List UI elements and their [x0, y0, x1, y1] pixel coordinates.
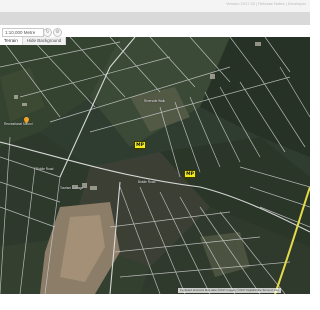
- top-links[interactable]: Version 2017.32 | Release Notes | Develo…: [226, 1, 306, 6]
- scale-select[interactable]: 1:10,000 Metre: [2, 28, 44, 37]
- place-label-road-mid: Biddle Road: [138, 180, 156, 184]
- place-label-school: Recreational School: [4, 122, 33, 126]
- toolbar-strip: [0, 12, 310, 25]
- place-label-center: Riverside Walk: [144, 99, 166, 103]
- hide-background-button[interactable]: Hide Background: [22, 37, 67, 45]
- place-label-road-west: Biddle Road: [36, 167, 54, 171]
- satellite-map[interactable]: [0, 37, 310, 294]
- location-pin-icon[interactable]: [24, 111, 29, 124]
- mp-marker-label: MP: [134, 141, 146, 149]
- marker-pointer: [185, 178, 189, 181]
- map-type-control: Terrain Hide Background: [0, 37, 67, 45]
- terrain-button[interactable]: Terrain: [0, 37, 23, 45]
- page-footer: [0, 294, 310, 310]
- map-imagery: [0, 37, 310, 294]
- top-bar: Version 2017.32 | Release Notes | Develo…: [0, 0, 310, 12]
- refresh-icon[interactable]: ↻: [43, 28, 52, 37]
- mp-marker-2[interactable]: MP: [184, 170, 196, 181]
- gear-icon[interactable]: ⚙: [53, 28, 62, 37]
- place-label-tip: Tourism Cottage: [60, 186, 84, 190]
- marker-pointer: [135, 149, 139, 152]
- map-attribution[interactable]: Keyboard shortcuts Map data ©2017 Imager…: [178, 288, 281, 293]
- mp-marker-1[interactable]: MP: [134, 141, 146, 152]
- mp-marker-label: MP: [184, 170, 196, 178]
